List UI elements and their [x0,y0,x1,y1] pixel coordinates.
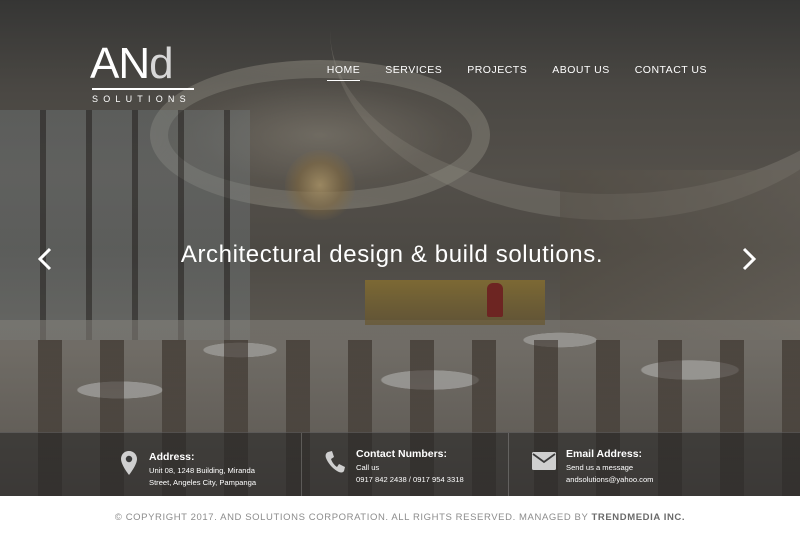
address-line-1: Unit 08, 1248 Building, Miranda [149,466,255,475]
slider-prev-button[interactable] [36,246,54,272]
site-logo[interactable]: ANd SOLUTIONS [90,42,200,110]
footer-copyright: © COPYRIGHT 2017. AND SOLUTIONS CORPORAT… [114,512,589,523]
nav-item-projects[interactable]: PROJECTS [467,64,527,81]
chevron-right-icon [742,247,757,271]
footer-managed-by-link[interactable]: TRENDMEDIA INC. [591,512,685,523]
address-line-2: Street, Angeles City, Pampanga [149,478,257,487]
nav-item-about-us[interactable]: ABOUT US [552,64,609,81]
contact-address: Address: Unit 08, 1248 Building, Miranda… [0,433,302,496]
nav-item-services[interactable]: SERVICES [385,64,442,81]
envelope-icon [532,452,556,470]
nav-item-contact-us[interactable]: CONTACT US [635,64,707,81]
email-address-link[interactable]: andsolutions@yahoo.com [566,474,654,486]
address-title: Address: [149,451,195,463]
main-nav: HOME SERVICES PROJECTS ABOUT US CONTACT … [302,64,707,81]
phone-title: Contact Numbers: [356,448,448,460]
phone-text: Call us 0917 842 2438 / 0917 954 3318 [356,462,464,486]
address-text: Unit 08, 1248 Building, Miranda Street, … [149,465,299,489]
phone-numbers[interactable]: 0917 842 2438 / 0917 954 3318 [356,474,464,486]
nav-item-home[interactable]: HOME [326,64,361,81]
email-text: Send us a message andsolutions@yahoo.com [566,462,654,486]
chevron-left-icon [37,247,52,271]
map-pin-icon [121,451,137,475]
site-footer: © COPYRIGHT 2017. AND SOLUTIONS CORPORAT… [0,496,800,538]
logo-rule [92,88,194,90]
hero-slider: ANd SOLUTIONS HOME SERVICES PROJECTS ABO… [0,0,800,496]
contact-bar: Address: Unit 08, 1248 Building, Miranda… [0,432,800,496]
logo-mark: ANd [90,42,200,86]
hero-headline: Architectural design & build solutions. [180,241,604,268]
contact-phone: Contact Numbers: Call us 0917 842 2438 /… [302,433,509,496]
logo-mark-an: AN [90,39,150,88]
slider-next-button[interactable] [740,246,758,272]
logo-mark-d: d [149,39,174,88]
contact-email: Email Address: Send us a message andsolu… [509,433,800,496]
email-line-1: Send us a message [566,463,634,472]
phone-line-1: Call us [356,463,380,472]
email-title: Email Address: [566,448,643,460]
phone-icon [325,451,345,473]
logo-subtitle: SOLUTIONS [92,94,191,104]
